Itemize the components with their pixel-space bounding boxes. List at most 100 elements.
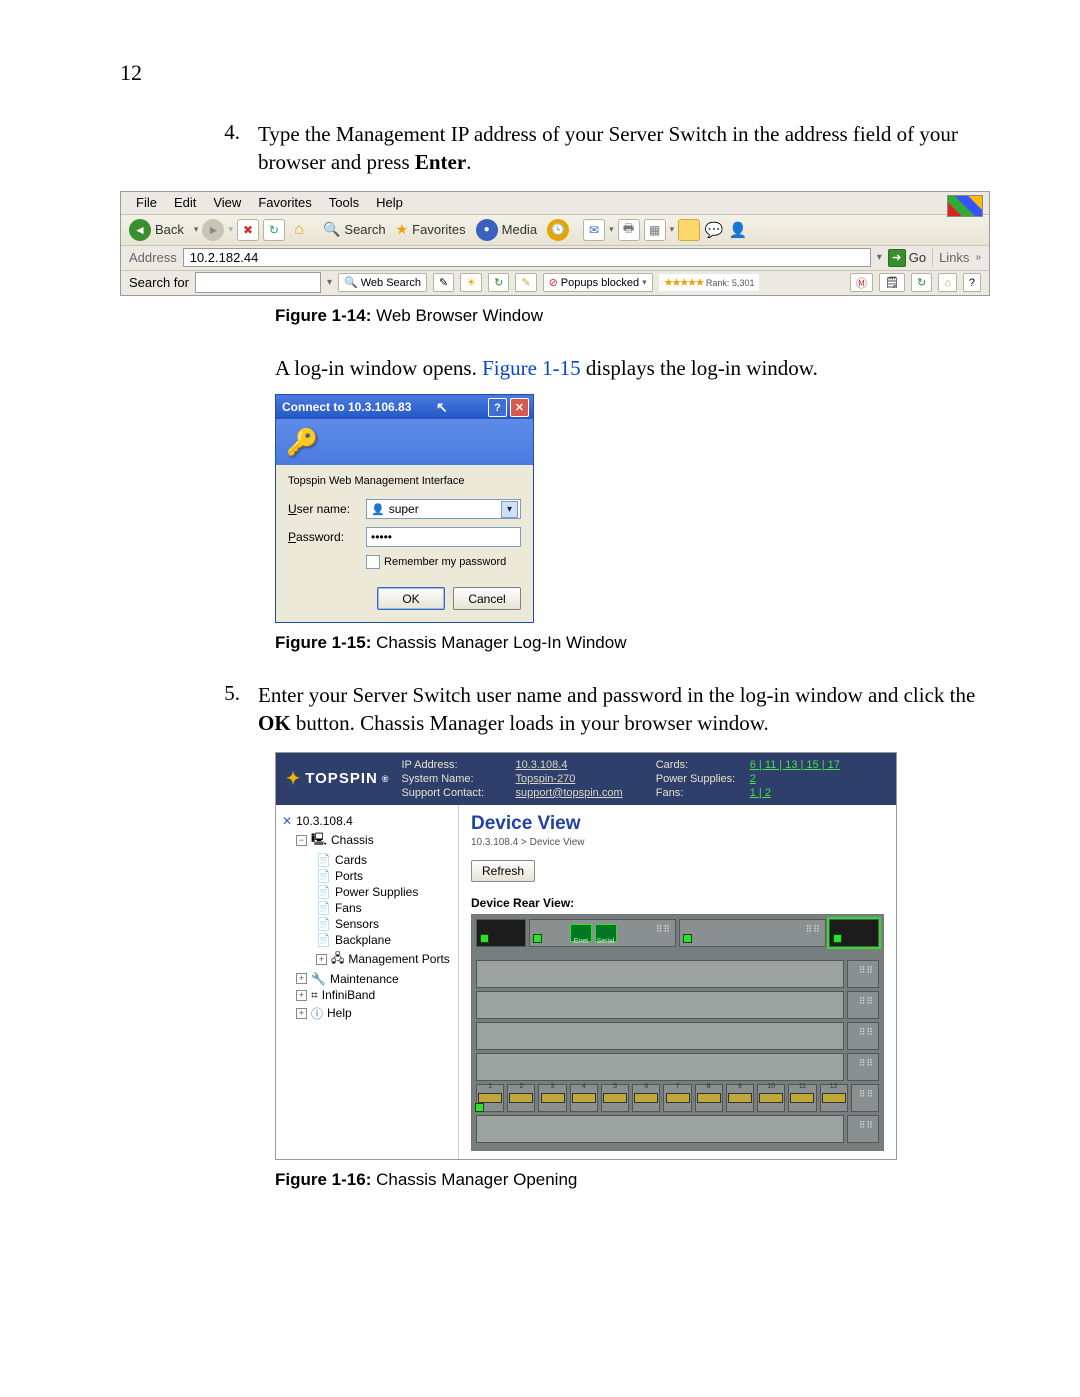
password-input[interactable]: ••••• [366, 527, 521, 547]
favorites-label[interactable]: Favorites [412, 222, 465, 237]
media-label[interactable]: Media [502, 222, 537, 237]
history-icon[interactable]: 🕓 [547, 219, 569, 241]
cancel-button[interactable]: Cancel [453, 587, 521, 610]
cm-fans-value[interactable]: 1 | 2 [750, 787, 886, 799]
right-icon-3[interactable]: ↻ [911, 273, 932, 292]
person-icon[interactable]: 👤 [728, 220, 748, 240]
username-input[interactable]: 👤super [366, 499, 521, 519]
tree-backplane[interactable]: 📄Backplane [282, 932, 452, 948]
psu-right[interactable] [829, 919, 879, 947]
port-slot-9[interactable]: 9 [726, 1084, 754, 1112]
tree-maintenance[interactable]: +🔧Maintenance [282, 971, 452, 987]
address-input[interactable] [183, 248, 871, 267]
right-icon-5[interactable]: ? [963, 273, 981, 292]
help-button[interactable]: ? [488, 398, 507, 417]
back-label[interactable]: Back [155, 222, 184, 237]
slot-row-1[interactable] [476, 960, 844, 988]
port-slot-7[interactable]: 7 [663, 1084, 691, 1112]
menu-favorites[interactable]: Favorites [251, 193, 318, 212]
cm-sys-value[interactable]: Topspin-270 [515, 773, 651, 785]
collapse-icon[interactable]: − [296, 835, 307, 846]
media-icon[interactable]: ● [476, 219, 498, 241]
searchfor-input[interactable] [195, 272, 321, 293]
expand-icon[interactable]: + [296, 1008, 307, 1019]
port-slot-3[interactable]: 3 [538, 1084, 566, 1112]
popups-button[interactable]: ⊘Popups blocked▾ [543, 273, 653, 292]
tree-power-supplies[interactable]: 📄Power Supplies [282, 884, 452, 900]
tree-help[interactable]: +ⓘHelp [282, 1004, 452, 1023]
cm-ip-value[interactable]: 10.3.108.4 [515, 759, 651, 771]
print-icon[interactable]: 🖶 [618, 219, 640, 241]
fan-4[interactable]: ⠿⠿ [847, 1053, 879, 1081]
right-icon-2[interactable]: 🗒 [879, 273, 905, 292]
menu-edit[interactable]: Edit [167, 193, 203, 212]
toolbar-icon-4[interactable]: ✎ [515, 273, 536, 292]
refresh-icon[interactable]: ↻ [263, 219, 285, 241]
figure-1-15-ref[interactable]: Figure 1-15 [477, 356, 586, 380]
cm-ps-value[interactable]: 2 [750, 773, 886, 785]
links-label[interactable]: Links [939, 250, 969, 265]
toolbar-icon-2[interactable]: ☀ [460, 273, 482, 292]
expand-icon[interactable]: + [296, 973, 307, 984]
tree-sensors[interactable]: 📄Sensors [282, 916, 452, 932]
back-icon[interactable]: ◄ [129, 219, 151, 241]
slot-row-6[interactable] [476, 1115, 844, 1143]
stop-icon[interactable]: ✖ [237, 219, 259, 241]
port-slot-10[interactable]: 10 [757, 1084, 785, 1112]
port-slot-8[interactable]: 8 [695, 1084, 723, 1112]
fan-5[interactable]: ⠿⠿ [851, 1084, 879, 1112]
menu-help[interactable]: Help [369, 193, 410, 212]
fan-1[interactable]: ⠿⠿ [847, 960, 879, 988]
slot-row-4[interactable] [476, 1053, 844, 1081]
fan-2[interactable]: ⠿⠿ [847, 991, 879, 1019]
cm-cards-value[interactable]: 6 | 11 | 13 | 15 | 17 [750, 759, 886, 771]
search-label[interactable]: Search [344, 222, 385, 237]
folder-icon[interactable] [678, 219, 700, 241]
port-slot-12[interactable]: 12 [820, 1084, 848, 1112]
expand-icon[interactable]: + [296, 990, 307, 1001]
port-slot-5[interactable]: 5 [601, 1084, 629, 1112]
ok-button[interactable]: OK [377, 587, 445, 610]
expand-icon[interactable]: + [316, 954, 327, 965]
right-icon-1[interactable]: Ⓜ [850, 273, 873, 292]
menu-tools[interactable]: Tools [322, 193, 366, 212]
forward-icon[interactable]: ► [202, 219, 224, 241]
tree-root[interactable]: ✕10.3.108.4 [282, 813, 452, 829]
port-slot-4[interactable]: 4 [570, 1084, 598, 1112]
rank-widget[interactable]: ★★★★★Rank: 5,301 [659, 274, 760, 291]
refresh-button[interactable]: Refresh [471, 860, 535, 882]
cm-sup-value[interactable]: support@topspin.com [515, 787, 651, 799]
go-button[interactable]: ➔Go [888, 249, 926, 267]
psu-left[interactable] [476, 919, 526, 947]
mgmt-card-2[interactable]: ⠿⠿ [679, 919, 826, 947]
fan-3[interactable]: ⠿⠿ [847, 1022, 879, 1050]
favorites-star-icon[interactable]: ★ [396, 221, 409, 238]
fan-6[interactable]: ⠿⠿ [847, 1115, 879, 1143]
close-button[interactable]: ✕ [510, 398, 529, 417]
remember-checkbox[interactable] [366, 555, 380, 569]
menu-view[interactable]: View [206, 193, 248, 212]
right-icon-4[interactable]: ⌂ [938, 273, 957, 292]
menu-file[interactable]: File [129, 193, 164, 212]
tree-ports[interactable]: 📄Ports [282, 868, 452, 884]
tree-mgmt-ports[interactable]: +🖧Management Ports [282, 948, 452, 971]
port-slot-6[interactable]: 6 [632, 1084, 660, 1112]
home-icon[interactable]: ⌂ [289, 220, 309, 240]
slot-row-2[interactable] [476, 991, 844, 1019]
toolbar-icon-1[interactable]: ✎ [433, 273, 454, 292]
tree-chassis[interactable]: −🖳Chassis [282, 829, 452, 852]
port-slot-1[interactable]: 1 [476, 1084, 504, 1112]
slot-row-3[interactable] [476, 1022, 844, 1050]
remember-checkbox-row[interactable]: Remember my password [366, 555, 521, 569]
port-slot-2[interactable]: 2 [507, 1084, 535, 1112]
search-icon[interactable]: 🔍 [323, 221, 340, 238]
mail-icon[interactable]: ✉ [583, 219, 605, 241]
tree-cards[interactable]: 📄Cards [282, 852, 452, 868]
websearch-button[interactable]: 🔍Web Search [338, 273, 427, 292]
port-slot-11[interactable]: 11 [788, 1084, 816, 1112]
tree-infiniband[interactable]: +⌗InfiniBand [282, 987, 452, 1004]
messenger-icon[interactable]: 💬 [704, 220, 724, 240]
edit-icon[interactable]: ▦ [644, 219, 666, 241]
mgmt-card[interactable]: ⠿⠿ Enet Serial [529, 919, 676, 947]
toolbar-icon-3[interactable]: ↻ [488, 273, 509, 292]
